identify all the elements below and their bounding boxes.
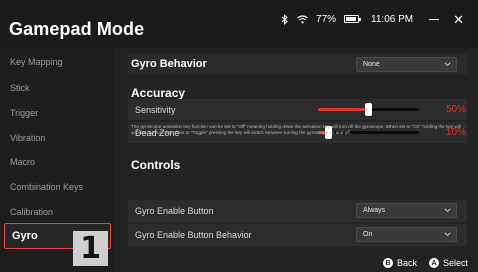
chevron-down-icon bbox=[444, 62, 451, 67]
sidebar-item-vibration[interactable]: Vibration bbox=[0, 127, 113, 149]
sidebar-item-macro[interactable]: Macro bbox=[0, 151, 113, 173]
controls-heading: Controls bbox=[131, 158, 181, 172]
battery-percent: 77% bbox=[316, 13, 337, 25]
gyro-enable-button-label: Gyro Enable Button bbox=[135, 206, 214, 216]
controls-description: The gyroscope activation key function ca… bbox=[131, 124, 461, 136]
accuracy-heading: Accuracy bbox=[131, 86, 186, 100]
battery-icon bbox=[344, 15, 362, 23]
gyro-enable-button-behavior-select[interactable]: On bbox=[356, 227, 457, 242]
back-action[interactable]: B Back bbox=[382, 258, 417, 268]
app-title: Gamepad Mode bbox=[9, 19, 145, 39]
status-bar: 77% 11:06 PM ✕ bbox=[281, 12, 464, 26]
sidebar-item-stick[interactable]: Stick bbox=[0, 77, 113, 99]
sensitivity-slider-fill bbox=[318, 108, 369, 111]
sensitivity-value: 50% bbox=[445, 104, 466, 115]
sidebar-item-key-mapping[interactable]: Key Mapping bbox=[0, 51, 113, 73]
minimize-icon[interactable] bbox=[429, 18, 440, 20]
gyro-behavior-select[interactable]: None bbox=[356, 57, 457, 72]
gyro-enable-button-behavior-row[interactable]: Gyro Enable Button Behavior On bbox=[128, 224, 467, 246]
gyro-enable-button-row[interactable]: Gyro Enable Button Always bbox=[128, 200, 467, 222]
sidebar-item-calibration[interactable]: Calibration bbox=[0, 201, 113, 223]
step-badge: 1 bbox=[73, 231, 108, 266]
sensitivity-label: Sensitivity bbox=[135, 105, 176, 115]
gyro-behavior-row[interactable]: Gyro Behavior None bbox=[128, 54, 467, 74]
sensitivity-slider-thumb[interactable] bbox=[365, 103, 372, 116]
gyro-enable-button-select[interactable]: Always bbox=[356, 203, 457, 218]
wifi-icon bbox=[297, 14, 308, 24]
sensitivity-row: Sensitivity 50% bbox=[128, 99, 467, 120]
b-button-icon: B bbox=[382, 258, 393, 268]
sidebar-item-trigger[interactable]: Trigger bbox=[0, 102, 113, 124]
sidebar-item-combination-keys[interactable]: Combination Keys bbox=[0, 176, 113, 198]
a-button-icon: A bbox=[428, 258, 439, 268]
bluetooth-icon bbox=[281, 13, 289, 25]
gyro-enable-button-value: Always bbox=[363, 207, 386, 214]
main-panel: Gyro Behavior None Accuracy Sensitivity … bbox=[114, 48, 478, 272]
gyro-behavior-value: None bbox=[363, 61, 380, 68]
close-icon[interactable]: ✕ bbox=[453, 13, 464, 26]
gyro-enable-button-behavior-value: On bbox=[363, 231, 373, 238]
clock: 11:06 PM bbox=[371, 13, 414, 25]
back-label: Back bbox=[396, 258, 417, 268]
chevron-down-icon bbox=[444, 232, 451, 237]
sensitivity-slider[interactable] bbox=[318, 103, 419, 116]
chevron-down-icon bbox=[444, 208, 451, 213]
footer-actions: B Back A Select bbox=[376, 258, 468, 268]
gyro-behavior-label: Gyro Behavior bbox=[131, 58, 207, 70]
select-action[interactable]: A Select bbox=[428, 258, 468, 268]
gyro-enable-button-behavior-label: Gyro Enable Button Behavior bbox=[135, 230, 252, 240]
title-bar: Gamepad Mode 77% 11:06 PM ✕ bbox=[0, 0, 478, 48]
select-label: Select bbox=[442, 258, 468, 268]
